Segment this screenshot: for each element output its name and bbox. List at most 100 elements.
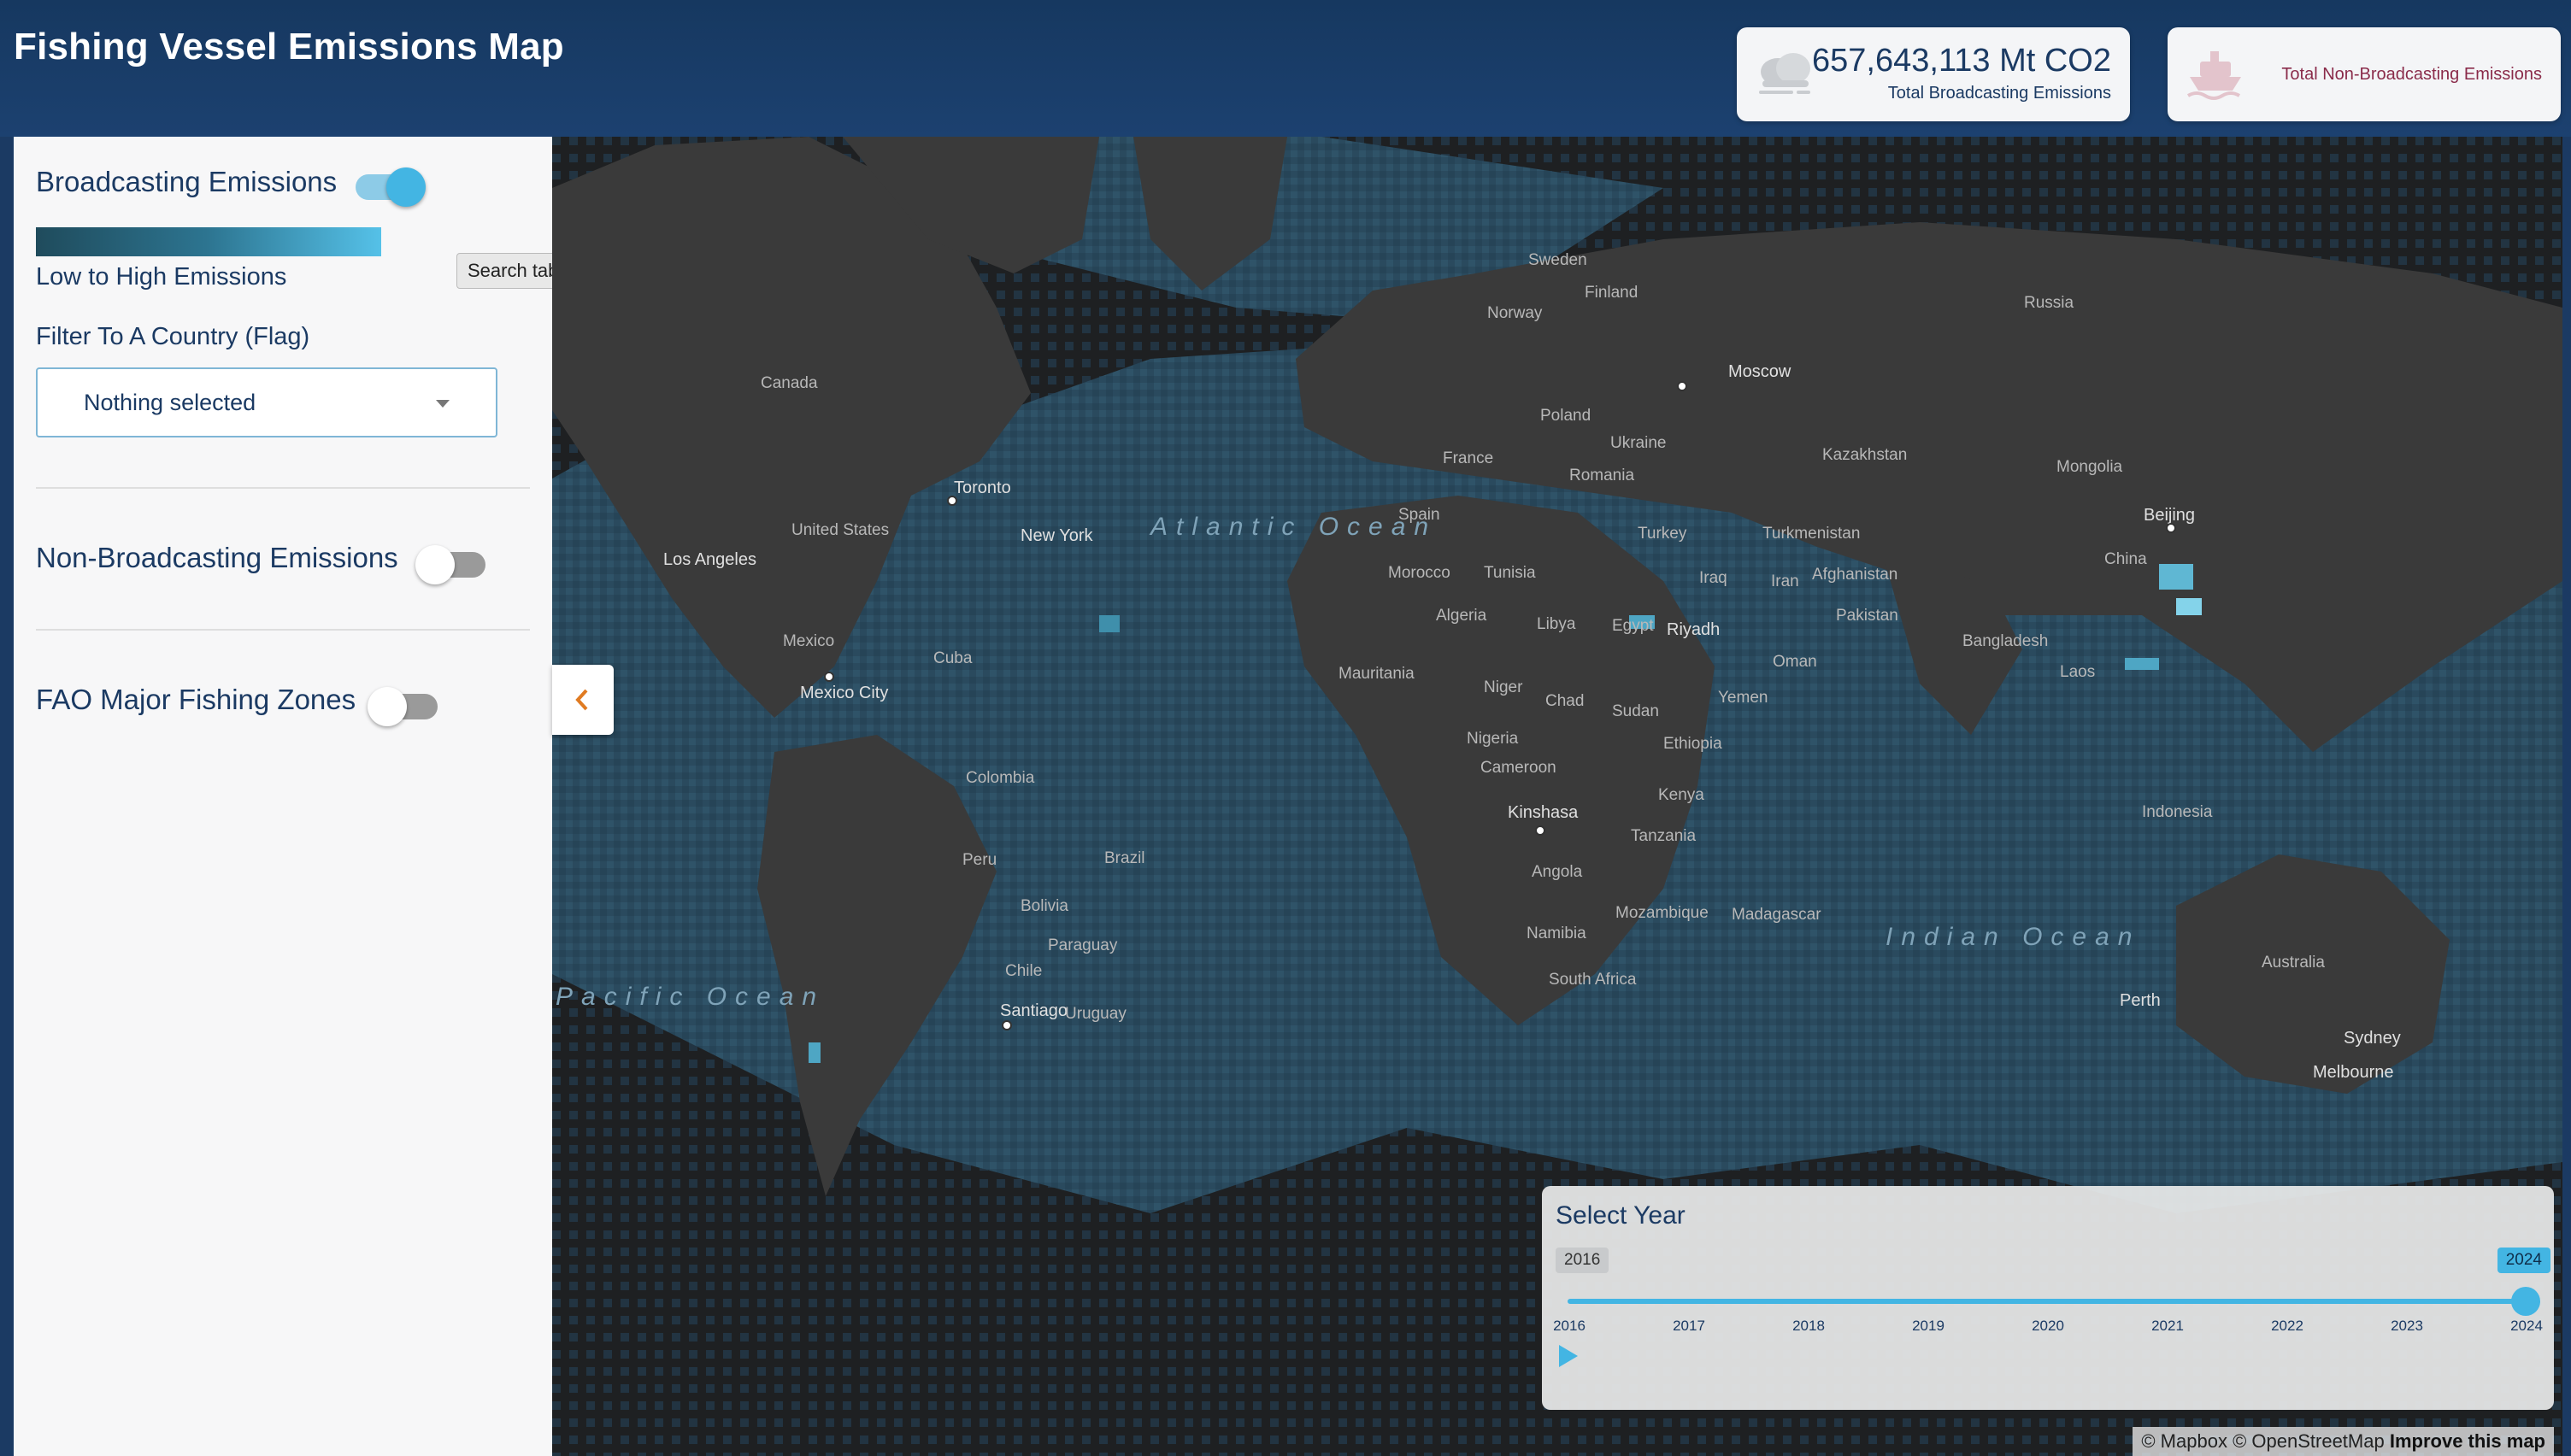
country-filter-label: Filter To A Country (Flag): [36, 323, 310, 350]
play-icon[interactable]: [1559, 1345, 1578, 1367]
map-label: Morocco: [1388, 564, 1450, 582]
divider: [36, 629, 530, 631]
broadcasting-emissions-toggle[interactable]: [356, 167, 426, 207]
city-marker: [947, 496, 957, 506]
year-range-start-badge: 2016: [1556, 1248, 1609, 1273]
fao-fishing-zones-title: FAO Major Fishing Zones: [36, 684, 356, 715]
ship-icon: [2186, 51, 2241, 100]
city-marker: [824, 672, 834, 682]
emissions-gradient-legend: [36, 227, 381, 256]
year-tick: 2020: [2032, 1318, 2064, 1334]
broadcasting-emissions-card: 657,643,113 Mt CO2 Total Broadcasting Em…: [1737, 27, 2130, 121]
map-label: Iraq: [1699, 569, 1727, 587]
ocean-label: Pacific Ocean: [556, 983, 826, 1011]
map-label: China: [2104, 550, 2147, 568]
broadcasting-emissions-value: 657,643,113 Mt CO2: [1812, 43, 2111, 79]
map-label: Russia: [2024, 294, 2074, 312]
broadcasting-emissions-label: Total Broadcasting Emissions: [1887, 84, 2111, 103]
map-label: Yemen: [1718, 689, 1768, 707]
non-broadcasting-emissions-label: Total Non-Broadcasting Emissions: [2281, 65, 2542, 84]
map-label: Norway: [1487, 304, 1543, 322]
map-label: Turkmenistan: [1762, 525, 1861, 543]
map-label: South Africa: [1549, 971, 1637, 989]
year-tick: 2016: [1553, 1318, 1586, 1334]
year-tick: 2023: [2391, 1318, 2423, 1334]
map-label: Mongolia: [2056, 458, 2123, 476]
city-marker: [1535, 825, 1545, 836]
map-label: Sudan: [1612, 702, 1659, 720]
toggle-knob: [368, 687, 407, 726]
map-label: Poland: [1540, 407, 1591, 425]
year-range-end-badge: 2024: [2497, 1248, 2550, 1273]
fao-fishing-zones-toggle[interactable]: [368, 687, 438, 726]
map-label: Australia: [2262, 954, 2325, 972]
map-label: Mozambique: [1615, 904, 1709, 922]
ocean-label: Indian Ocean: [1886, 923, 2141, 951]
map-label: Madagascar: [1732, 906, 1821, 924]
year-tick: 2024: [2510, 1318, 2543, 1334]
map-label: Oman: [1773, 653, 1817, 671]
map-label: Kazakhstan: [1822, 446, 1908, 464]
city-marker: [1002, 1020, 1012, 1030]
country-flag-select[interactable]: Nothing selected: [36, 367, 497, 437]
map-label: Ethiopia: [1663, 735, 1722, 753]
osm-attribution-link[interactable]: © OpenStreetMap: [2233, 1430, 2385, 1452]
map-attribution: © Mapbox © OpenStreetMap Improve this ma…: [2133, 1427, 2554, 1456]
map-label: Moscow: [1728, 362, 1791, 381]
collapse-sidebar-button[interactable]: [552, 665, 614, 735]
map-label: Los Angeles: [663, 550, 756, 569]
map-label: Egypt: [1612, 617, 1654, 635]
map-label: Laos: [2060, 663, 2096, 681]
map-label: Indonesia: [2142, 803, 2213, 821]
year-tick: 2017: [1673, 1318, 1705, 1334]
map-label: Turkey: [1638, 525, 1687, 543]
map-label: France: [1443, 449, 1494, 467]
map-label: United States: [791, 521, 890, 539]
map-label: Mexico City: [800, 684, 889, 702]
map-label: Libya: [1537, 615, 1576, 633]
year-slider-track[interactable]: [1568, 1299, 2530, 1304]
year-tick: 2021: [2151, 1318, 2184, 1334]
map-label: Peru: [962, 851, 997, 869]
map-label: Perth: [2120, 991, 2161, 1010]
map-label: Paraguay: [1048, 936, 1118, 954]
broadcasting-emissions-title: Broadcasting Emissions: [36, 166, 338, 197]
map-label: Niger: [1484, 678, 1523, 696]
legend-label: Low to High Emissions: [36, 263, 287, 291]
app-header: Fishing Vessel Emissions Map 657,643,113…: [0, 0, 2571, 137]
map-label: Tunisia: [1484, 564, 1536, 582]
map-label: Chile: [1005, 962, 1043, 980]
year-tick: 2019: [1912, 1318, 1944, 1334]
map-label: Bolivia: [1021, 897, 1068, 915]
non-broadcasting-emissions-card: Total Non-Broadcasting Emissions: [2168, 27, 2561, 121]
map-label: Sweden: [1528, 251, 1587, 269]
map-label: Nigeria: [1467, 730, 1519, 748]
map-label: Melbourne: [2313, 1063, 2394, 1082]
map-label: Mauritania: [1338, 665, 1415, 683]
year-slider-handle[interactable]: [2511, 1287, 2540, 1316]
map-label: Riyadh: [1667, 620, 1721, 639]
divider: [36, 487, 530, 489]
improve-map-link[interactable]: Improve this map: [2390, 1430, 2545, 1452]
map-label: Afghanistan: [1812, 566, 1898, 584]
sidebar: Broadcasting Emissions Low to High Emiss…: [14, 137, 552, 1456]
map-label: Brazil: [1104, 849, 1145, 867]
map-label: Finland: [1585, 284, 1638, 302]
map-label: Toronto: [954, 478, 1011, 497]
map-label: Romania: [1569, 467, 1635, 484]
map-label: Kinshasa: [1508, 803, 1579, 822]
map-label: Kenya: [1658, 786, 1704, 804]
map-label: Namibia: [1527, 925, 1586, 942]
map-label: Bangladesh: [1962, 632, 2049, 650]
map-label: Cameroon: [1480, 759, 1556, 777]
map-label: Cuba: [933, 649, 973, 667]
non-broadcasting-emissions-toggle[interactable]: [415, 545, 485, 584]
map-label: Mexico: [783, 632, 835, 650]
map-label: Angola: [1532, 863, 1583, 881]
mapbox-attribution-link[interactable]: © Mapbox: [2141, 1430, 2227, 1452]
map-label: Ukraine: [1610, 434, 1667, 452]
app-title: Fishing Vessel Emissions Map: [14, 26, 564, 68]
chevron-left-icon: [575, 689, 588, 711]
year-selector-title: Select Year: [1556, 1201, 1686, 1230]
map-label: Iran: [1771, 572, 1799, 590]
